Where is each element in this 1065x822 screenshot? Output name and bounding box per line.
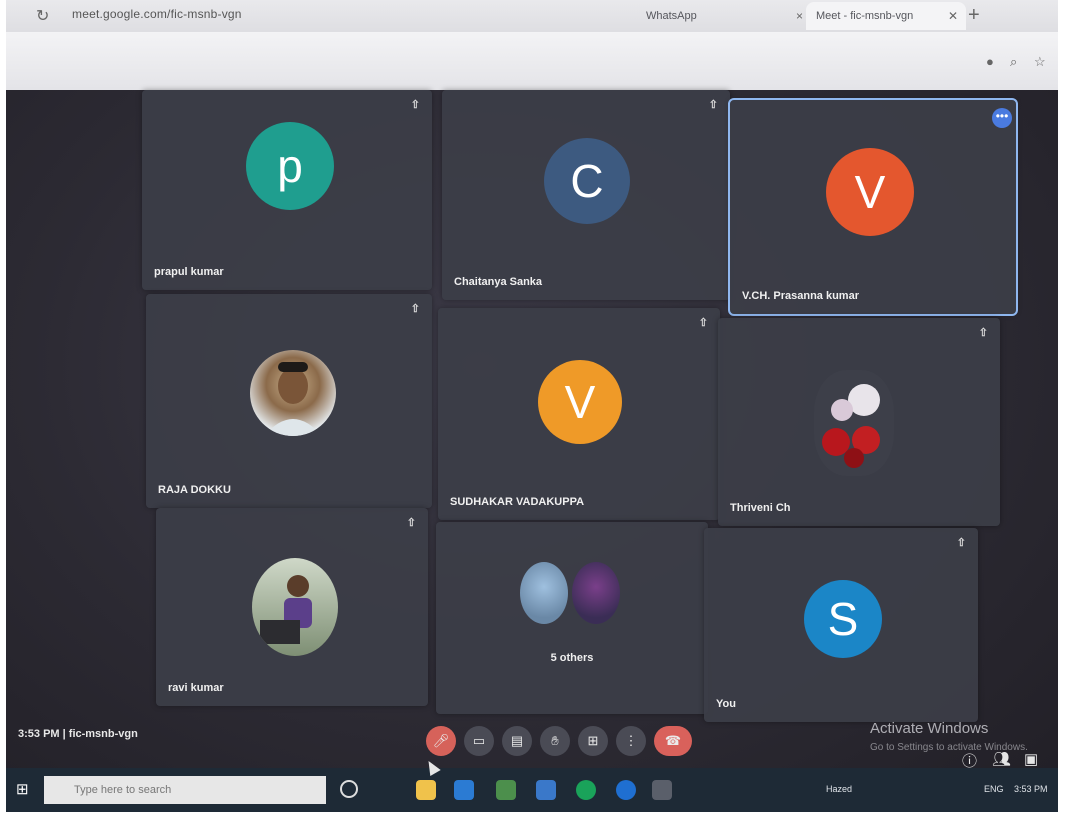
- meet-participant-grid: p ⇧ prapul kumar C ⇧ Chaitanya Sanka V •…: [6, 90, 1058, 722]
- participant-name: SUDHAKAR VADAKUPPA: [450, 496, 585, 508]
- participant-name: RAJA DOKKU: [158, 484, 231, 496]
- more-options-icon[interactable]: •••: [992, 108, 1012, 128]
- captions-icon: ▤: [510, 733, 524, 748]
- person-photo-icon: [264, 362, 322, 436]
- windows-start-icon[interactable]: ⊞: [16, 780, 29, 798]
- tab-title: Meet - fic-msnb-vgn: [816, 10, 914, 22]
- browser-tab-strip: ↻ meet.google.com/fic-msnb-vgn WhatsApp …: [6, 0, 1058, 32]
- participant-name: prapul kumar: [154, 266, 224, 278]
- chrome-icon[interactable]: [576, 780, 596, 800]
- people-icon[interactable]: 👥︎: [992, 750, 1011, 768]
- participant-name: ravi kumar: [168, 682, 224, 694]
- avatar: C: [544, 138, 630, 224]
- zoom-icon[interactable]: ⌕: [1010, 54, 1017, 70]
- camera-icon: ▭: [472, 733, 486, 748]
- participant-name: V.CH. Prasanna kumar: [742, 290, 859, 302]
- participant-photo: [572, 562, 620, 624]
- participant-photo: [814, 370, 894, 476]
- mic-muted-icon: ⇧: [956, 537, 966, 549]
- participant-tile[interactable]: ⇧ ravi kumar: [156, 508, 428, 706]
- present-button[interactable]: ⊞: [578, 726, 608, 756]
- reload-icon[interactable]: ↻: [36, 6, 49, 26]
- address-url[interactable]: meet.google.com/fic-msnb-vgn: [72, 7, 242, 21]
- weather-label: Hazed: [826, 784, 853, 794]
- monitor-screen: ↻ meet.google.com/fic-msnb-vgn WhatsApp …: [6, 0, 1058, 812]
- participant-name: Chaitanya Sanka: [454, 276, 543, 288]
- mic-muted-icon: ⇧: [978, 327, 988, 339]
- participant-tile-self[interactable]: S ⇧ You: [704, 528, 978, 722]
- captions-button[interactable]: ▤: [502, 726, 532, 756]
- mic-muted-icon: ⇧: [698, 317, 708, 329]
- avatar: V: [538, 360, 622, 444]
- camera-indicator-icon[interactable]: ●: [986, 54, 994, 69]
- file-explorer-icon[interactable]: [416, 780, 436, 800]
- close-icon[interactable]: ✕: [948, 2, 958, 30]
- mail-icon[interactable]: [536, 780, 556, 800]
- avatar: p: [246, 122, 334, 210]
- participant-tile[interactable]: C ⇧ Chaitanya Sanka: [442, 90, 730, 300]
- camera-toggle-button[interactable]: ▭: [464, 726, 494, 756]
- participant-photo: [250, 350, 336, 436]
- participant-tile[interactable]: p ⇧ prapul kumar: [142, 90, 432, 290]
- tab-title: WhatsApp: [646, 10, 697, 22]
- more-vertical-icon: ⋮: [624, 733, 638, 748]
- participant-tile[interactable]: ⇧ Thriveni Ch: [718, 318, 1000, 526]
- participant-tile-active[interactable]: V ••• V.CH. Prasanna kumar: [728, 98, 1018, 316]
- end-call-button[interactable]: ☎︎: [654, 726, 692, 756]
- tab-whatsapp[interactable]: WhatsApp ×: [636, 2, 811, 30]
- activate-windows-watermark: Activate Windows: [870, 720, 989, 737]
- participant-name: Thriveni Ch: [730, 502, 791, 514]
- chat-icon[interactable]: ▣: [1024, 750, 1038, 768]
- hand-icon: ✋︎: [551, 733, 559, 748]
- app-icon[interactable]: [652, 780, 672, 800]
- taskbar-clock[interactable]: 3:53 PM: [1014, 784, 1048, 794]
- mic-muted-icon: ⇧: [410, 303, 420, 315]
- browser-toolbar: ● ⌕ ☆: [6, 32, 1058, 90]
- more-options-button[interactable]: ⋮: [616, 726, 646, 756]
- participant-tile[interactable]: ⇧ RAJA DOKKU: [146, 294, 432, 508]
- person-photo-icon: [260, 575, 312, 644]
- tab-meet[interactable]: Meet - fic-msnb-vgn ✕: [806, 2, 966, 30]
- participant-name: You: [716, 698, 736, 710]
- edge-icon[interactable]: [454, 780, 474, 800]
- browser-icon[interactable]: [616, 780, 636, 800]
- mic-muted-icon: ⇧: [708, 99, 718, 111]
- meeting-time: 3:53 PM: [18, 728, 60, 740]
- others-count: 5 others: [550, 652, 594, 664]
- participant-photo: [520, 562, 568, 624]
- separator: |: [62, 728, 66, 740]
- new-tab-button[interactable]: +: [968, 4, 980, 27]
- present-icon: ⊞: [587, 733, 599, 748]
- close-icon[interactable]: ×: [796, 2, 803, 30]
- windows-taskbar: ⊞ Type here to search Hazed ENG 3:53 PM: [6, 768, 1058, 812]
- mic-toggle-button[interactable]: 🎤︎: [426, 726, 456, 756]
- avatar: V: [826, 148, 914, 236]
- participant-tile-group[interactable]: 5 others: [436, 522, 708, 714]
- meeting-code: fic-msnb-vgn: [68, 728, 138, 740]
- extension-icon[interactable]: ☆: [1034, 54, 1046, 70]
- avatar: S: [804, 580, 882, 658]
- flowers-photo-icon: [822, 384, 880, 468]
- meet-control-bar: 3:53 PM | fic-msnb-vgn 🎤︎ ▭ ▤ ✋︎ ⊞ ⋮ ☎︎ …: [6, 720, 1058, 770]
- participant-photo: [252, 558, 338, 656]
- participant-tile[interactable]: V ⇧ SUDHAKAR VADAKUPPA: [438, 308, 720, 520]
- taskbar-search-input[interactable]: Type here to search: [44, 776, 326, 804]
- meeting-details: 3:53 PM | fic-msnb-vgn: [18, 728, 138, 740]
- mic-muted-icon: ⇧: [410, 99, 420, 111]
- raise-hand-button[interactable]: ✋︎: [540, 726, 570, 756]
- end-call-icon: ☎︎: [664, 733, 682, 748]
- language-indicator[interactable]: ENG: [984, 784, 1004, 794]
- mic-muted-icon: ⇧: [406, 517, 416, 529]
- store-icon[interactable]: [496, 780, 516, 800]
- cortana-icon[interactable]: [340, 780, 358, 798]
- mic-off-icon: 🎤︎: [432, 733, 450, 748]
